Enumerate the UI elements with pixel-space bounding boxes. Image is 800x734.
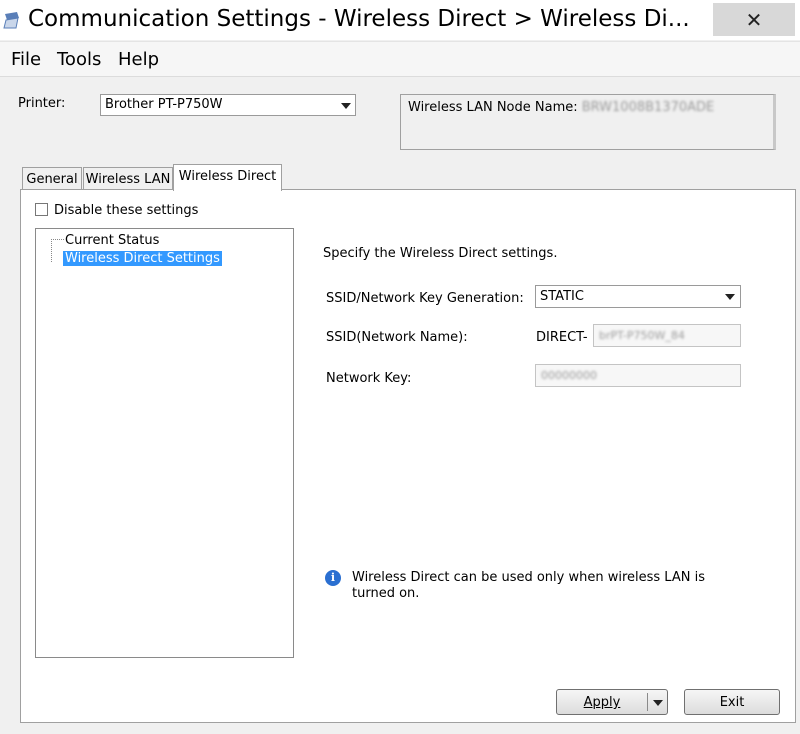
- disable-settings-checkbox[interactable]: [35, 203, 48, 216]
- printer-select-value: Brother PT-P750W: [105, 97, 223, 112]
- menu-help[interactable]: Help: [118, 49, 159, 71]
- app-icon: [3, 12, 19, 29]
- ssid-generation-select[interactable]: STATIC: [535, 285, 741, 308]
- menu-bar: File Tools Help: [0, 41, 800, 77]
- tree-item-current-status[interactable]: Current Status: [65, 233, 159, 248]
- instruction-text: Specify the Wireless Direct settings.: [323, 246, 558, 261]
- network-key-field[interactable]: 00000000: [535, 364, 741, 387]
- network-key-label: Network Key:: [326, 371, 412, 386]
- close-icon: ✕: [745, 7, 763, 32]
- printer-label: Printer:: [18, 96, 66, 111]
- apply-split-divider: [647, 693, 648, 711]
- ssid-name-field[interactable]: brPT-P750W_84: [593, 324, 741, 347]
- settings-tree[interactable]: Current Status Wireless Direct Settings: [35, 228, 294, 658]
- node-name-label: Wireless LAN Node Name:: [408, 100, 582, 115]
- network-key-value: 00000000: [541, 369, 597, 382]
- printer-select[interactable]: Brother PT-P750W: [100, 94, 356, 116]
- ssid-generation-value: STATIC: [540, 289, 584, 304]
- tree-item-wireless-direct-settings[interactable]: Wireless Direct Settings: [63, 251, 222, 266]
- apply-dropdown-chevron-icon[interactable]: [653, 700, 663, 706]
- info-text: Wireless Direct can be used only when wi…: [352, 570, 705, 601]
- ssid-name-label: SSID(Network Name):: [326, 330, 468, 345]
- node-name-value: BRW1008B1370ADE: [581, 100, 715, 115]
- exit-button[interactable]: Exit: [684, 689, 780, 715]
- tab-general[interactable]: General: [22, 167, 82, 189]
- ssid-prefix: DIRECT-: [536, 330, 588, 345]
- node-name-text: Wireless LAN Node Name: BRW1008B1370ADE: [408, 100, 714, 115]
- chevron-down-icon: [725, 294, 735, 300]
- node-name-box: Wireless LAN Node Name: BRW1008B1370ADE: [400, 94, 776, 150]
- title-bar[interactable]: Communication Settings - Wireless Direct…: [0, 0, 800, 40]
- menu-tools[interactable]: Tools: [57, 49, 101, 71]
- disable-settings-label[interactable]: Disable these settings: [54, 203, 198, 218]
- apply-button[interactable]: Apply: [556, 689, 668, 715]
- ssid-name-value: brPT-P750W_84: [599, 329, 685, 342]
- menu-file[interactable]: File: [11, 49, 41, 71]
- close-button[interactable]: ✕: [713, 3, 795, 36]
- tab-wireless-lan[interactable]: Wireless LAN: [83, 167, 173, 189]
- tab-wireless-direct[interactable]: Wireless Direct: [173, 164, 282, 191]
- ssid-generation-label: SSID/Network Key Generation:: [326, 291, 524, 306]
- info-icon: i: [325, 570, 341, 586]
- window-title: Communication Settings - Wireless Direct…: [28, 6, 690, 32]
- apply-button-label: Apply: [583, 695, 621, 710]
- chevron-down-icon: [341, 103, 351, 109]
